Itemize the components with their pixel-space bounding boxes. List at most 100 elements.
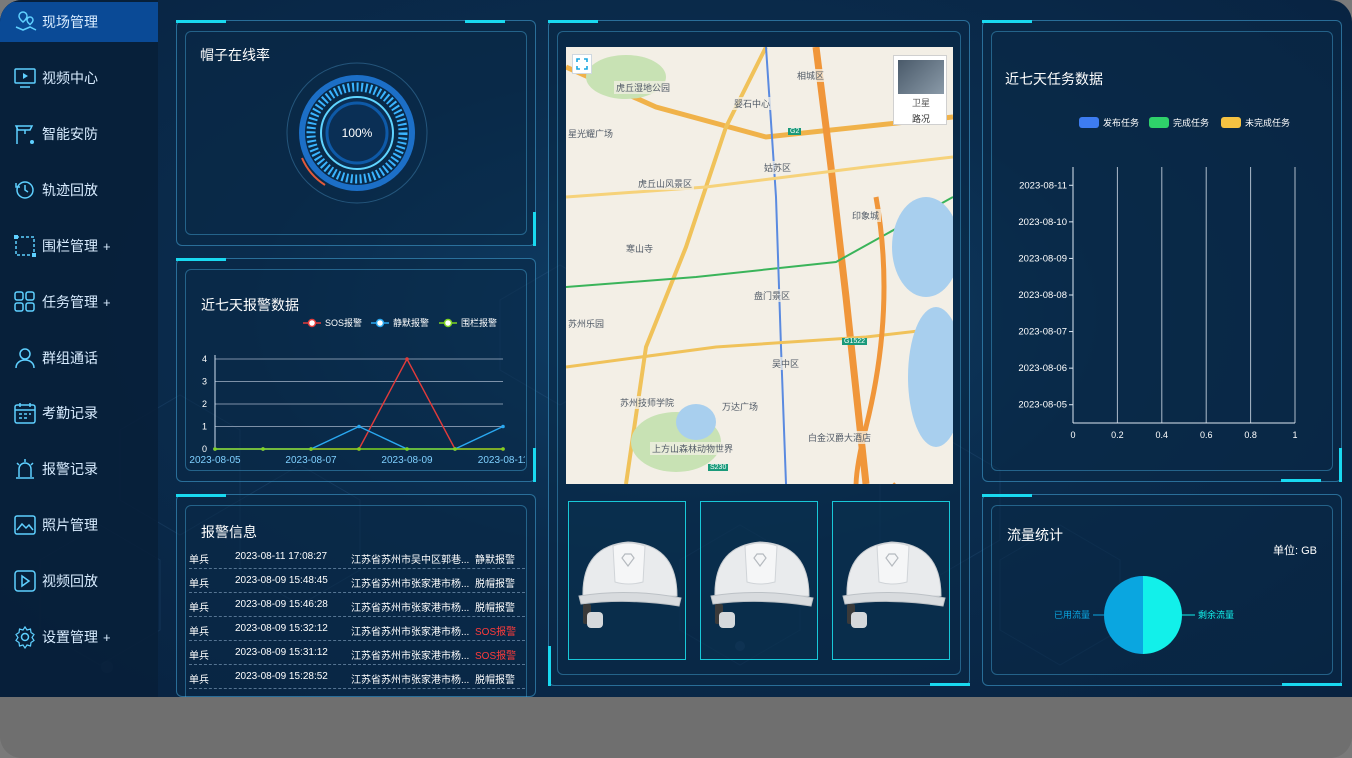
corner-accent <box>176 494 226 497</box>
map-road-badge: G2 <box>788 128 802 135</box>
x-tick-label: 0.2 <box>1111 430 1124 440</box>
corner-accent <box>176 258 226 261</box>
alarm-time: 2023-08-11 17:08:27 <box>235 551 328 562</box>
satellite-thumbnail[interactable] <box>898 60 944 94</box>
sidebar-item-monitor-play[interactable]: 视频中心 <box>0 58 158 98</box>
x-tick-label: 2023-08-09 <box>381 455 433 466</box>
table-row[interactable]: 单兵 2023-08-09 15:48:45 江苏省苏州市张家港市杨... 脱帽报警 <box>189 569 525 593</box>
gear-icon <box>12 624 38 650</box>
sidebar-item-history[interactable]: 轨迹回放 <box>0 170 158 210</box>
legend-label: 发布任务 <box>1103 117 1139 128</box>
online-rate-panel: 帽子在线率 100% <box>176 20 536 246</box>
play-icon <box>12 568 38 594</box>
legend-item[interactable]: 完成任务 <box>1149 117 1209 128</box>
x-tick-label: 0.8 <box>1244 430 1257 440</box>
map-road-badge: G1522 <box>842 338 868 345</box>
series-point[interactable] <box>405 447 409 451</box>
series-point[interactable] <box>357 447 361 451</box>
traffic-panel: 流量统计 单位: GB 已用流量 剩余流量 <box>982 494 1342 686</box>
table-row[interactable]: 单兵 2023-08-09 15:32:12 江苏省苏州市张家港市杨... SOS报警 <box>189 617 525 641</box>
task-chart-panel: 近七天任务数据 发布任务 完成任务 未完成任务 0 0.2 0.4 0.6 0.8 1 2023-… <box>982 20 1342 482</box>
history-icon <box>12 177 38 203</box>
sidebar-item-label: 智能安防 <box>42 126 98 142</box>
alarm-chart-panel: 近七天报警数据 SOS报警 静默报警 围栏报警 0 1 2 3 4 2023-08-05 2023… <box>176 258 536 482</box>
legend-item[interactable]: SOS报警 <box>303 317 362 328</box>
map-road-badge: S230 <box>708 464 729 471</box>
corner-accent <box>465 20 505 23</box>
legend-item[interactable]: 静默报警 <box>371 317 429 328</box>
alarm-type: SOS报警 <box>475 651 517 662</box>
alarm-location: 江苏省苏州市张家港市杨... <box>351 579 470 590</box>
sidebar-item-calendar[interactable]: 考勤记录 <box>0 393 158 433</box>
sidebar-item-fence[interactable]: 围栏管理 + <box>0 226 158 266</box>
alarm-type: 脱帽报警 <box>475 603 515 614</box>
series-point[interactable] <box>501 424 505 429</box>
series-point[interactable] <box>405 357 409 361</box>
alarm-source-type: 单兵 <box>189 675 209 686</box>
map-place-label: 苏州技师学院 <box>618 396 677 409</box>
map-place-label: 吴中区 <box>770 357 802 370</box>
alarm-info-panel: 报警信息 单兵 2023-08-11 17:08:27 江苏省苏州市吴中区郭巷...… <box>176 494 536 697</box>
corner-accent <box>1281 479 1321 482</box>
screen-bottom-bezel <box>0 697 1352 758</box>
traffic-pie-chart: 已用流量 剩余流量 <box>1054 576 1234 654</box>
legend-marker <box>307 318 317 328</box>
sidebar-item-security-camera[interactable]: 智能安防 <box>0 114 158 154</box>
map-type-switcher[interactable]: 卫星 路况 <box>893 55 947 125</box>
series-point[interactable] <box>501 447 505 451</box>
table-row[interactable]: 单兵 2023-08-09 15:46:28 江苏省苏州市张家港市杨... 脱帽报警 <box>189 593 525 617</box>
dashboard-screen: 现场管理视频中心智能安防轨迹回放围栏管理 + 任务管理 + 群组通话考勤记录报警记录照片… <box>0 0 1352 697</box>
x-tick-label: 2023-08-07 <box>285 455 337 466</box>
pie-label-text: 剩余流量 <box>1198 609 1234 620</box>
pie-slice[interactable] <box>1104 576 1143 654</box>
alarm-info-title: 报警信息 <box>201 524 257 540</box>
sidebar-item-alarm[interactable]: 报警记录 <box>0 449 158 489</box>
online-rate-title: 帽子在线率 <box>200 47 270 63</box>
helmet-card[interactable] <box>700 501 818 660</box>
sidebar-item-label: 报警记录 <box>42 461 98 477</box>
sidebar-item-user-group[interactable]: 群组通话 <box>0 338 158 378</box>
helmet-card[interactable] <box>832 501 950 660</box>
map-pin-icon <box>12 9 38 35</box>
fence-icon <box>12 233 38 259</box>
map-view[interactable]: 虎丘湿地公园 相城区 婴石中心 星光耀广场 姑苏区 虎丘山风景区 印象城 寒山寺 盘门景区 苏州乐… <box>566 47 953 484</box>
table-row[interactable]: 单兵 2023-08-09 15:31:12 江苏省苏州市张家港市杨... SOS报警 <box>189 641 525 665</box>
legend-label: 静默报警 <box>393 317 429 328</box>
series-point[interactable] <box>261 447 265 451</box>
table-row[interactable]: 单兵 2023-08-09 15:28:52 江苏省苏州市张家港市杨... 脱帽报警 <box>189 665 525 689</box>
table-row[interactable]: 单兵 2023-08-11 17:08:27 江苏省苏州市吴中区郭巷... 静默报警 <box>189 545 525 569</box>
user-group-icon <box>12 345 38 371</box>
alarm-line-chart: SOS报警 静默报警 围栏报警 0 1 2 3 4 2023-08-05 2023-08-07 20… <box>189 317 525 466</box>
pie-slice[interactable] <box>1143 576 1182 654</box>
sidebar-item-grid-apps[interactable]: 任务管理 + <box>0 282 158 322</box>
fullscreen-button[interactable] <box>572 54 592 74</box>
series-point[interactable] <box>357 424 361 429</box>
series-point[interactable] <box>309 447 313 451</box>
sidebar-item-map-pin[interactable]: 现场管理 <box>0 2 158 42</box>
y-tick-label: 2023-08-07 <box>1018 327 1067 338</box>
satellite-label: 卫星 <box>911 98 930 108</box>
helmet-card[interactable] <box>568 501 686 660</box>
alarm-source-type: 单兵 <box>189 603 209 614</box>
alarm-location: 江苏省苏州市张家港市杨... <box>351 627 470 638</box>
pie-label-remaining: 剩余流量 <box>1182 609 1234 620</box>
expand-plus-icon: + <box>103 238 111 254</box>
map-place-label: 苏州乐园 <box>566 317 607 330</box>
legend-swatch <box>1079 117 1099 128</box>
x-tick-label: 2023-08-11 <box>478 455 525 466</box>
traffic-label[interactable]: 路况 <box>894 112 948 125</box>
y-tick-label: 0 <box>202 444 207 454</box>
y-tick-label: 3 <box>202 377 207 387</box>
series-point[interactable] <box>453 447 457 451</box>
sidebar-item-play[interactable]: 视频回放 <box>0 561 158 601</box>
legend-item[interactable]: 未完成任务 <box>1221 117 1290 128</box>
legend-item[interactable]: 围栏报警 <box>439 317 497 328</box>
sidebar-item-gear[interactable]: 设置管理 + <box>0 617 158 657</box>
x-tick-label: 1 <box>1292 430 1297 440</box>
legend-item[interactable]: 发布任务 <box>1079 117 1139 128</box>
series-point[interactable] <box>213 447 217 451</box>
legend-label: SOS报警 <box>325 317 362 328</box>
y-tick-label: 2023-08-10 <box>1018 217 1067 228</box>
sidebar-item-photo[interactable]: 照片管理 <box>0 505 158 545</box>
alarm-time: 2023-08-09 15:32:12 <box>235 623 328 634</box>
